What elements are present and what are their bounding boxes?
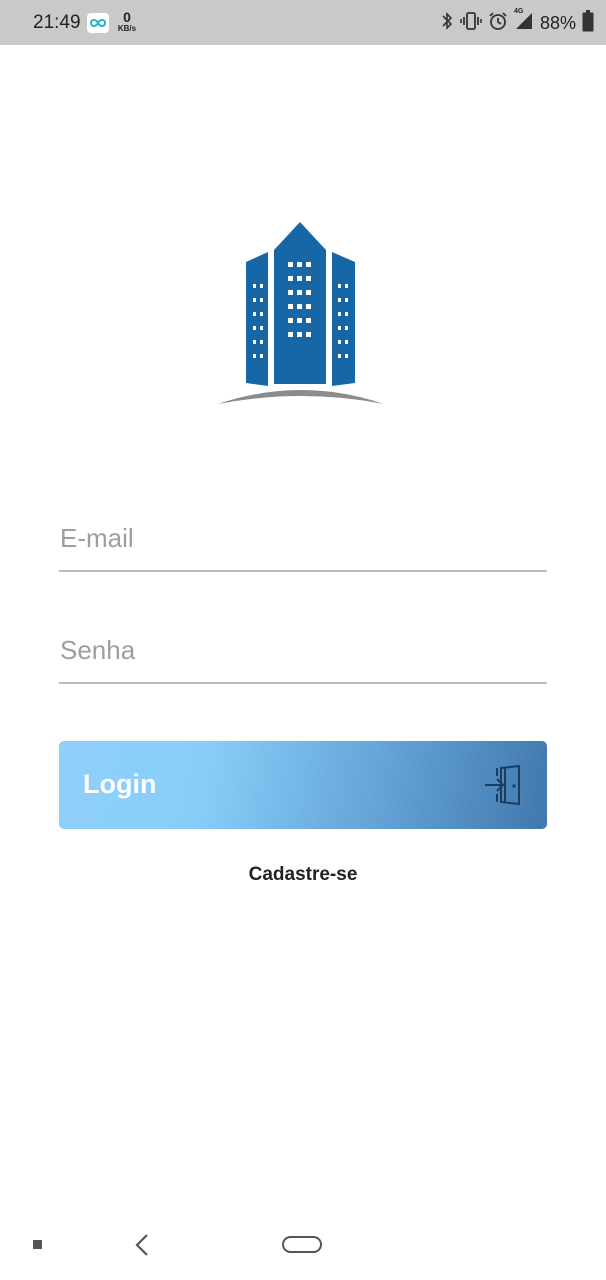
login-button-label: Login <box>83 769 157 799</box>
back-button[interactable] <box>132 1232 152 1258</box>
battery-percent: 88% <box>539 12 576 33</box>
bluetooth-icon <box>440 11 454 36</box>
door-enter-icon <box>483 764 523 806</box>
network-speed-unit: KB/s <box>117 24 137 33</box>
status-time: 21:49 <box>33 12 81 33</box>
status-bar: 21:49 0 KB/s 4G 88% <box>0 0 606 45</box>
alarm-icon <box>488 11 508 36</box>
network-type: 4G <box>513 7 524 15</box>
vibrate-icon <box>460 11 482 36</box>
password-field-container <box>59 624 547 684</box>
home-button[interactable] <box>282 1236 322 1253</box>
signal-icon: 4G <box>513 7 534 36</box>
signup-link[interactable]: Cadastre-se <box>0 864 606 886</box>
network-speed: 0 KB/s <box>114 10 140 33</box>
email-field-container <box>59 512 547 572</box>
login-button[interactable]: Login <box>59 741 547 829</box>
infinity-app-icon <box>87 13 109 33</box>
recents-button[interactable] <box>33 1240 42 1249</box>
network-speed-value: 0 <box>123 9 131 25</box>
navigation-bar <box>0 1210 606 1280</box>
password-field[interactable] <box>59 624 547 682</box>
battery-icon <box>582 9 594 37</box>
status-icons: 4G 88% <box>440 7 594 37</box>
email-field[interactable] <box>59 512 547 570</box>
building-logo-icon <box>216 218 386 410</box>
